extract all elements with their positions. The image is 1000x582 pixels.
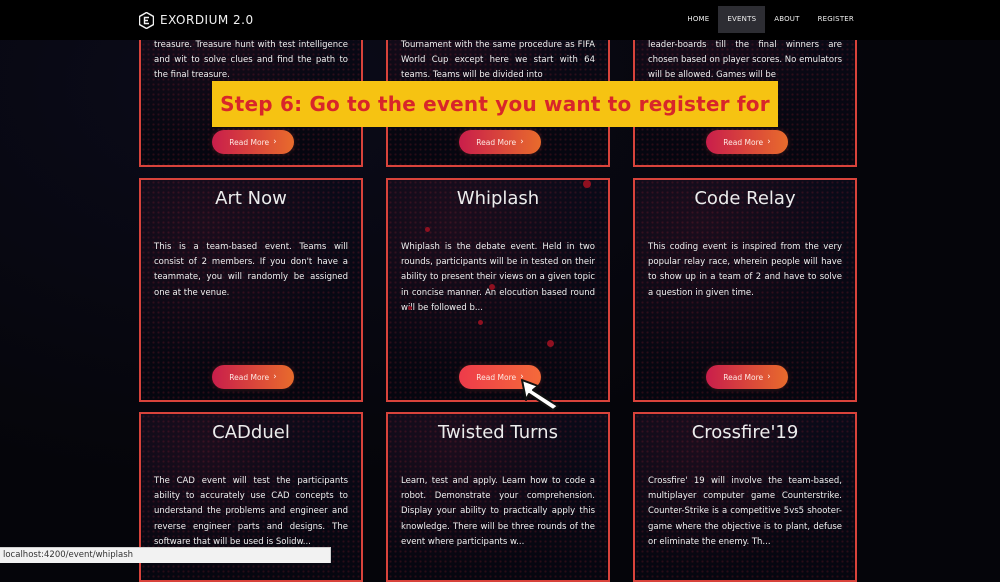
read-more-button[interactable]: Read More › [706,130,788,154]
read-more-button[interactable]: Read More › [459,130,541,154]
event-description: Learn, test and apply. Learn how to code… [401,476,595,547]
read-more-button[interactable]: Read More › [706,365,788,389]
particle-dot [478,320,483,325]
event-card-whiplash: Whiplash Whiplash is the debate event. H… [386,178,610,402]
chevron-right-icon: › [273,136,277,147]
read-more-label: Read More [229,372,270,382]
event-description: Crossfire' 19 will involve the team-base… [648,476,842,547]
browser-status-bar: localhost:4200/event/whiplash [0,547,331,563]
nav-links: HOME EVENTS ABOUT REGISTER [678,6,863,33]
nav-home[interactable]: HOME [678,6,718,33]
particle-dot [489,284,495,290]
event-card-art-now: Art Now This is a team-based event. Team… [139,178,363,402]
read-more-label: Read More [476,137,517,147]
read-more-label: Read More [229,137,270,147]
particle-dot [547,340,554,347]
mouse-pointer-icon [521,379,559,411]
step-banner-text: Step 6: Go to the event you want to regi… [220,92,770,116]
event-card-code-relay: Code Relay This coding event is inspired… [633,178,857,402]
status-url: localhost:4200/event/whiplash [3,550,134,560]
event-title: Whiplash [456,188,540,209]
event-description: This coding event is inspired from the v… [648,242,842,298]
event-card-twisted-turns: Twisted Turns Learn, test and apply. Lea… [386,412,610,582]
event-description: Whiplash is the debate event. Held in tw… [401,242,595,313]
event-title: Art Now [215,188,287,209]
brand-name: EXORDIUM 2.0 [160,13,254,27]
chevron-right-icon: › [767,371,771,382]
event-title: Twisted Turns [438,422,558,443]
event-description: leader-boards till the final winners are… [648,40,842,81]
chevron-right-icon: › [767,136,771,147]
event-description: The CAD event will test the participants… [154,476,348,547]
brand[interactable]: EXORDIUM 2.0 [139,9,254,31]
chevron-right-icon: › [273,371,277,382]
event-description: treasure. Treasure hunt with test intell… [154,40,348,81]
event-card-crossfire: Crossfire'19 Crossfire' 19 will involve … [633,412,857,582]
particle-dot [425,227,430,232]
particle-dot [583,180,591,188]
nav-register[interactable]: REGISTER [809,6,863,33]
nav-events[interactable]: EVENTS [718,6,766,33]
event-description: Tournament with the same procedure as FI… [401,40,595,81]
chevron-right-icon: › [520,136,524,147]
brand-logo-icon [139,11,154,29]
nav-about[interactable]: ABOUT [765,6,808,33]
read-more-button[interactable]: Read More › [212,130,294,154]
step-banner: Step 6: Go to the event you want to regi… [212,81,778,127]
read-more-label: Read More [723,372,764,382]
particle-dot [408,306,412,310]
event-title: CADduel [212,422,290,443]
event-description: This is a team-based event. Teams will c… [154,242,348,298]
read-more-label: Read More [476,372,517,382]
event-title: Crossfire'19 [691,422,799,443]
read-more-label: Read More [723,137,764,147]
event-title: Code Relay [694,188,796,209]
navbar: EXORDIUM 2.0 HOME EVENTS ABOUT REGISTER [0,0,1000,40]
read-more-button[interactable]: Read More › [212,365,294,389]
